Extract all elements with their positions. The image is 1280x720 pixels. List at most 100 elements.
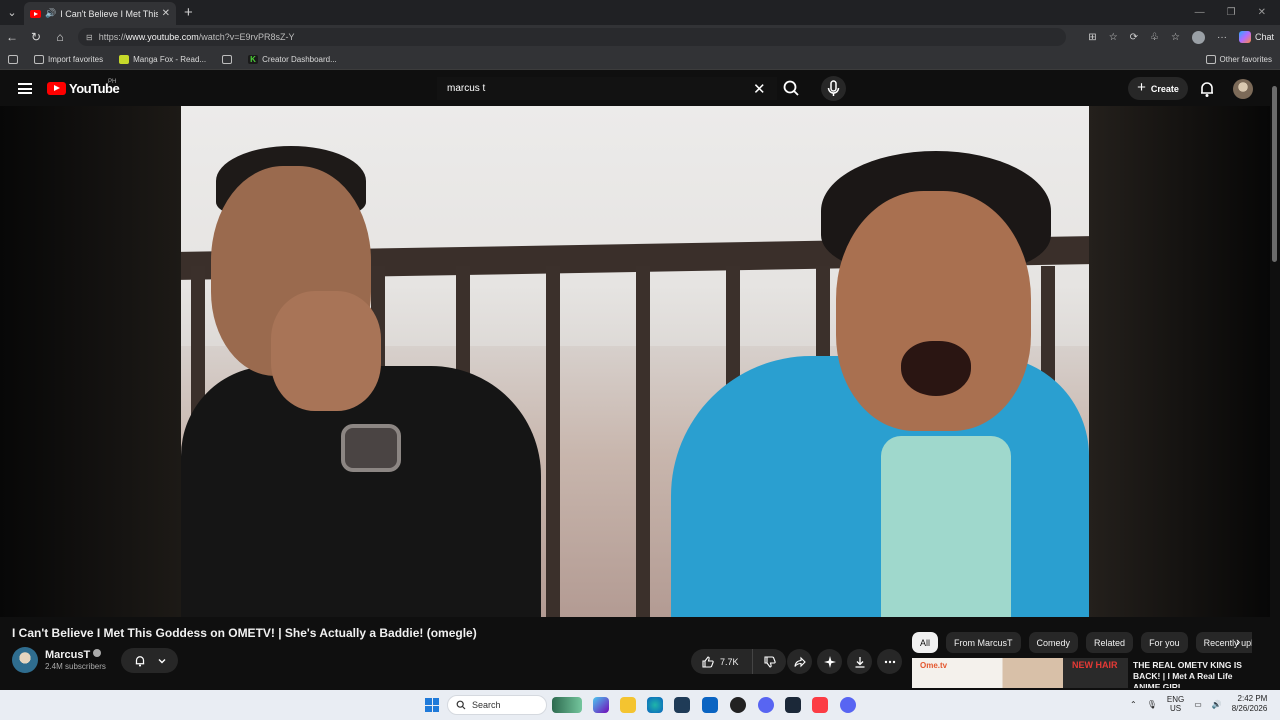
ask-ai-button[interactable] [817, 649, 842, 674]
copilot-taskbar-icon[interactable] [593, 697, 609, 713]
maximize-icon[interactable]: ❐ [1227, 7, 1236, 18]
volume-icon[interactable]: 🔊 [1212, 700, 1222, 709]
chip-comedy[interactable]: Comedy [1028, 632, 1079, 653]
like-icon [702, 655, 714, 668]
video-player[interactable] [0, 106, 1270, 617]
recommended-video-thumbnail[interactable]: Ome.tv NEW HAIR [912, 658, 1128, 688]
home-icon[interactable]: ⌂ [54, 30, 66, 44]
audio-playing-icon[interactable]: 🔊 [45, 8, 56, 19]
site-info-icon[interactable]: ⊟ [86, 33, 93, 42]
copilot-icon [1238, 31, 1251, 43]
window-controls: — ❐ ✕ [1195, 7, 1280, 18]
chip-from-channel[interactable]: From MarcusT [946, 632, 1021, 653]
bell-icon [1201, 82, 1213, 97]
download-icon [855, 656, 864, 668]
toolbar-icons: ⊞ ☆ ⟳ ♧ ☆ ··· Chat [1088, 30, 1274, 44]
tab-title: I Can't Believe I Met This Goddess on OM… [60, 8, 158, 19]
account-avatar[interactable] [1233, 79, 1253, 99]
windows-taskbar: Search ⌃ 🎙 ENG US ▭ 🔊 2:42 PM 8/26/2026 [0, 690, 1280, 720]
favorites-toggle-icon[interactable] [8, 54, 18, 64]
search-input[interactable] [437, 77, 777, 100]
copilot-chat-button[interactable]: Chat [1238, 31, 1274, 43]
language-indicator[interactable]: ENG US [1167, 695, 1184, 713]
windows-start-icon[interactable] [425, 698, 439, 712]
store-icon[interactable] [674, 697, 690, 713]
dislike-button[interactable] [753, 655, 786, 669]
url-prefix: https:// [98, 32, 126, 42]
music-icon[interactable] [812, 697, 828, 713]
manga-fox-icon [119, 54, 130, 64]
search-button[interactable] [779, 77, 805, 100]
active-tab[interactable]: 🔊 I Can't Believe I Met This Goddess on … [24, 2, 176, 25]
chevron-right-icon[interactable]: › [1236, 634, 1250, 650]
youtube-play-icon [47, 82, 66, 95]
network-icon[interactable]: ▭ [1194, 700, 1202, 709]
voice-search-button[interactable] [821, 76, 846, 101]
refresh-icon[interactable]: ↻ [30, 30, 42, 44]
create-button[interactable]: + Create [1128, 77, 1188, 100]
share-button[interactable] [787, 649, 812, 674]
file-explorer-icon[interactable] [620, 697, 636, 713]
clear-search-icon[interactable]: ✕ [753, 80, 766, 98]
channel-name-row[interactable]: MarcusT [45, 649, 102, 661]
download-button[interactable] [847, 649, 872, 674]
scrollbar-thumb[interactable] [1272, 86, 1277, 262]
new-tab-icon[interactable]: + [184, 4, 193, 21]
microphone-tray-icon[interactable]: 🎙 [1147, 700, 1157, 709]
chevron-up-icon[interactable]: ⌃ [1130, 700, 1137, 709]
more-actions-button[interactable] [877, 649, 902, 674]
app-icon[interactable] [730, 697, 746, 713]
favorite-import[interactable]: Import favorites [34, 54, 104, 64]
favorite-blank[interactable] [222, 54, 233, 64]
outlook-icon[interactable] [702, 697, 718, 713]
widgets-icon[interactable] [552, 697, 582, 713]
taskbar-search[interactable]: Search [447, 695, 547, 715]
create-label: Create [1150, 83, 1179, 94]
extension-icon[interactable]: ⟳ [1130, 32, 1138, 43]
subscribed-notifications-button[interactable] [121, 648, 178, 673]
chat-label: Chat [1254, 32, 1274, 42]
like-dislike-group: 7.7K [691, 649, 786, 674]
favorite-creator-dashboard[interactable]: K Creator Dashboard... [248, 54, 337, 64]
other-favorites[interactable]: Other favorites [1205, 54, 1272, 64]
favorite-label: Import favorites [48, 54, 104, 64]
search-box: ✕ [437, 77, 777, 100]
video-frame[interactable] [181, 106, 1089, 617]
address-input[interactable]: ⊟ https://www.youtube.com/watch?v=E9rvPR… [78, 28, 1067, 46]
favorite-manga-fox[interactable]: Manga Fox - Read... [119, 54, 206, 64]
plus-icon: + [1137, 79, 1146, 96]
chip-for-you[interactable]: For you [1141, 632, 1188, 653]
clock-date: 8/26/2026 [1231, 704, 1268, 713]
edge-icon[interactable] [647, 697, 663, 713]
settings-more-icon[interactable]: ··· [1217, 32, 1227, 43]
back-icon[interactable]: ← [6, 30, 18, 44]
close-tab-icon[interactable]: ✕ [162, 8, 170, 19]
recommended-video-title[interactable]: THE REAL OMETV KING IS BACK! | I Met A R… [1133, 660, 1261, 688]
notifications-button[interactable] [1197, 79, 1217, 99]
discord-icon[interactable] [840, 697, 856, 713]
menu-icon[interactable] [18, 83, 32, 94]
browser-essentials-icon[interactable]: ♧ [1150, 32, 1159, 43]
discord-icon[interactable] [758, 697, 774, 713]
like-button[interactable]: 7.7K [691, 649, 753, 674]
chip-related[interactable]: Related [1086, 632, 1134, 653]
split-screen-icon[interactable]: ⊞ [1088, 32, 1096, 43]
minimize-icon[interactable]: — [1195, 7, 1205, 18]
tab-bar: ⌄ 🔊 I Can't Believe I Met This Goddess o… [0, 0, 1280, 25]
profile-avatar[interactable] [1191, 30, 1205, 44]
person-left-hand [271, 291, 381, 411]
share-icon [793, 656, 806, 667]
verified-icon [93, 649, 102, 657]
close-window-icon[interactable]: ✕ [1258, 7, 1266, 18]
chevron-down-icon [158, 658, 165, 663]
steam-icon[interactable] [785, 697, 801, 713]
page-scrollbar[interactable] [1270, 72, 1280, 690]
clock[interactable]: 2:42 PM 8/26/2026 [1232, 694, 1268, 714]
chip-all[interactable]: All [912, 632, 939, 653]
tab-actions-icon[interactable]: ⌄ [0, 0, 24, 25]
favorite-star-icon[interactable]: ☆ [1109, 32, 1118, 43]
channel-avatar[interactable] [12, 647, 38, 673]
taskbar-search-label: Search [472, 700, 501, 710]
sparkle-icon [823, 655, 836, 668]
favorites-icon[interactable]: ☆ [1171, 32, 1180, 43]
